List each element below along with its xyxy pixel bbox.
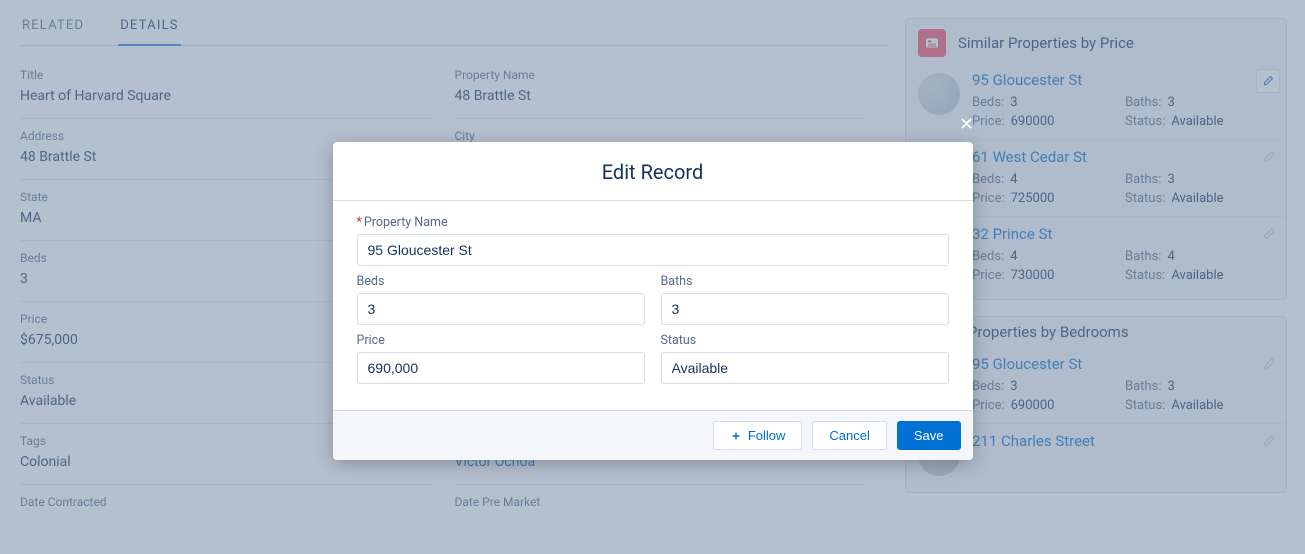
- price-input[interactable]: [357, 352, 645, 384]
- edit-record-modal: ✕ Edit Record *Property Name Beds Baths …: [333, 142, 973, 460]
- cancel-button[interactable]: Cancel: [812, 421, 886, 450]
- baths-input[interactable]: [661, 293, 949, 325]
- modal-baths-label: Baths: [661, 274, 949, 289]
- beds-input[interactable]: [357, 293, 645, 325]
- property-name-input[interactable]: [357, 234, 949, 266]
- save-button[interactable]: Save: [897, 421, 961, 450]
- modal-status-label: Status: [661, 333, 949, 348]
- modal-price-label: Price: [357, 333, 645, 348]
- modal-property-name-label: *Property Name: [357, 215, 949, 230]
- modal-title: Edit Record: [333, 142, 973, 201]
- follow-button[interactable]: Follow: [713, 421, 803, 450]
- status-input[interactable]: [661, 352, 949, 384]
- plus-icon: [730, 430, 742, 442]
- modal-overlay: ✕ Edit Record *Property Name Beds Baths …: [0, 0, 1305, 554]
- close-icon[interactable]: ✕: [957, 114, 977, 134]
- modal-beds-label: Beds: [357, 274, 645, 289]
